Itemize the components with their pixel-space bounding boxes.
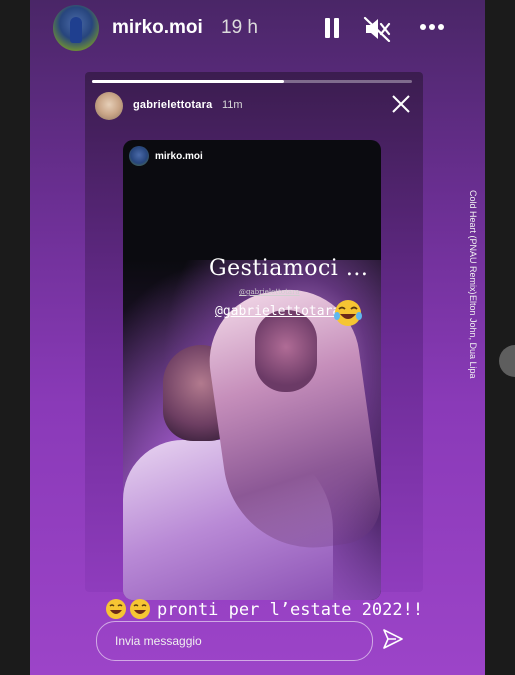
post-time: 19 h [221,17,258,38]
story-progress-bar [92,80,412,83]
story-viewer[interactable]: mirko.moi 19 h gabrielettotara 11m mirko… [30,0,485,675]
next-story-button[interactable] [499,345,515,377]
reposter-time: 11m [222,99,243,111]
mention-tag-small[interactable]: @gabrielettotara [239,288,300,296]
story-headline: Gestiamoci ... [209,256,369,281]
left-backdrop [0,0,30,675]
reposted-story-card: gabrielettotara 11m mirko.moi Gestiamoci… [85,72,423,600]
laughing-emoji-icon [130,599,150,619]
story-owner-username[interactable]: mirko.moi [155,151,203,162]
mute-icon[interactable] [363,16,391,42]
author-username[interactable]: mirko.moi [112,17,203,39]
music-sticker[interactable]: Cold Heart (PNAU Remix) Elton John, Dua … [468,190,484,378]
photo-woman [255,310,317,392]
reposter-avatar[interactable] [95,92,123,120]
close-icon[interactable] [391,94,411,114]
right-backdrop [485,0,515,675]
laughing-emoji-icon [334,300,362,326]
story-progress-fill [92,80,284,83]
mention-tag[interactable]: @gabrielettotara [215,304,340,319]
reposter-username[interactable]: gabrielettotara [133,99,212,111]
more-icon[interactable] [418,17,446,37]
laughing-emoji-icon [106,599,126,619]
pause-icon[interactable] [323,18,341,38]
send-icon[interactable] [382,628,404,650]
story-owner-avatar[interactable] [129,146,149,166]
story-photo: mirko.moi Gestiamoci ... @gabrielettotar… [123,140,381,600]
story-header: mirko.moi 19 h [30,0,485,56]
music-artist: Elton John, Dua Lipa [468,294,478,379]
music-title: Cold Heart (PNAU Remix) [468,190,478,295]
reply-input[interactable] [115,634,355,648]
caption-text: pronti per l’estate 2022!! [157,600,424,620]
reply-box[interactable] [96,621,373,661]
author-avatar[interactable] [53,5,99,51]
